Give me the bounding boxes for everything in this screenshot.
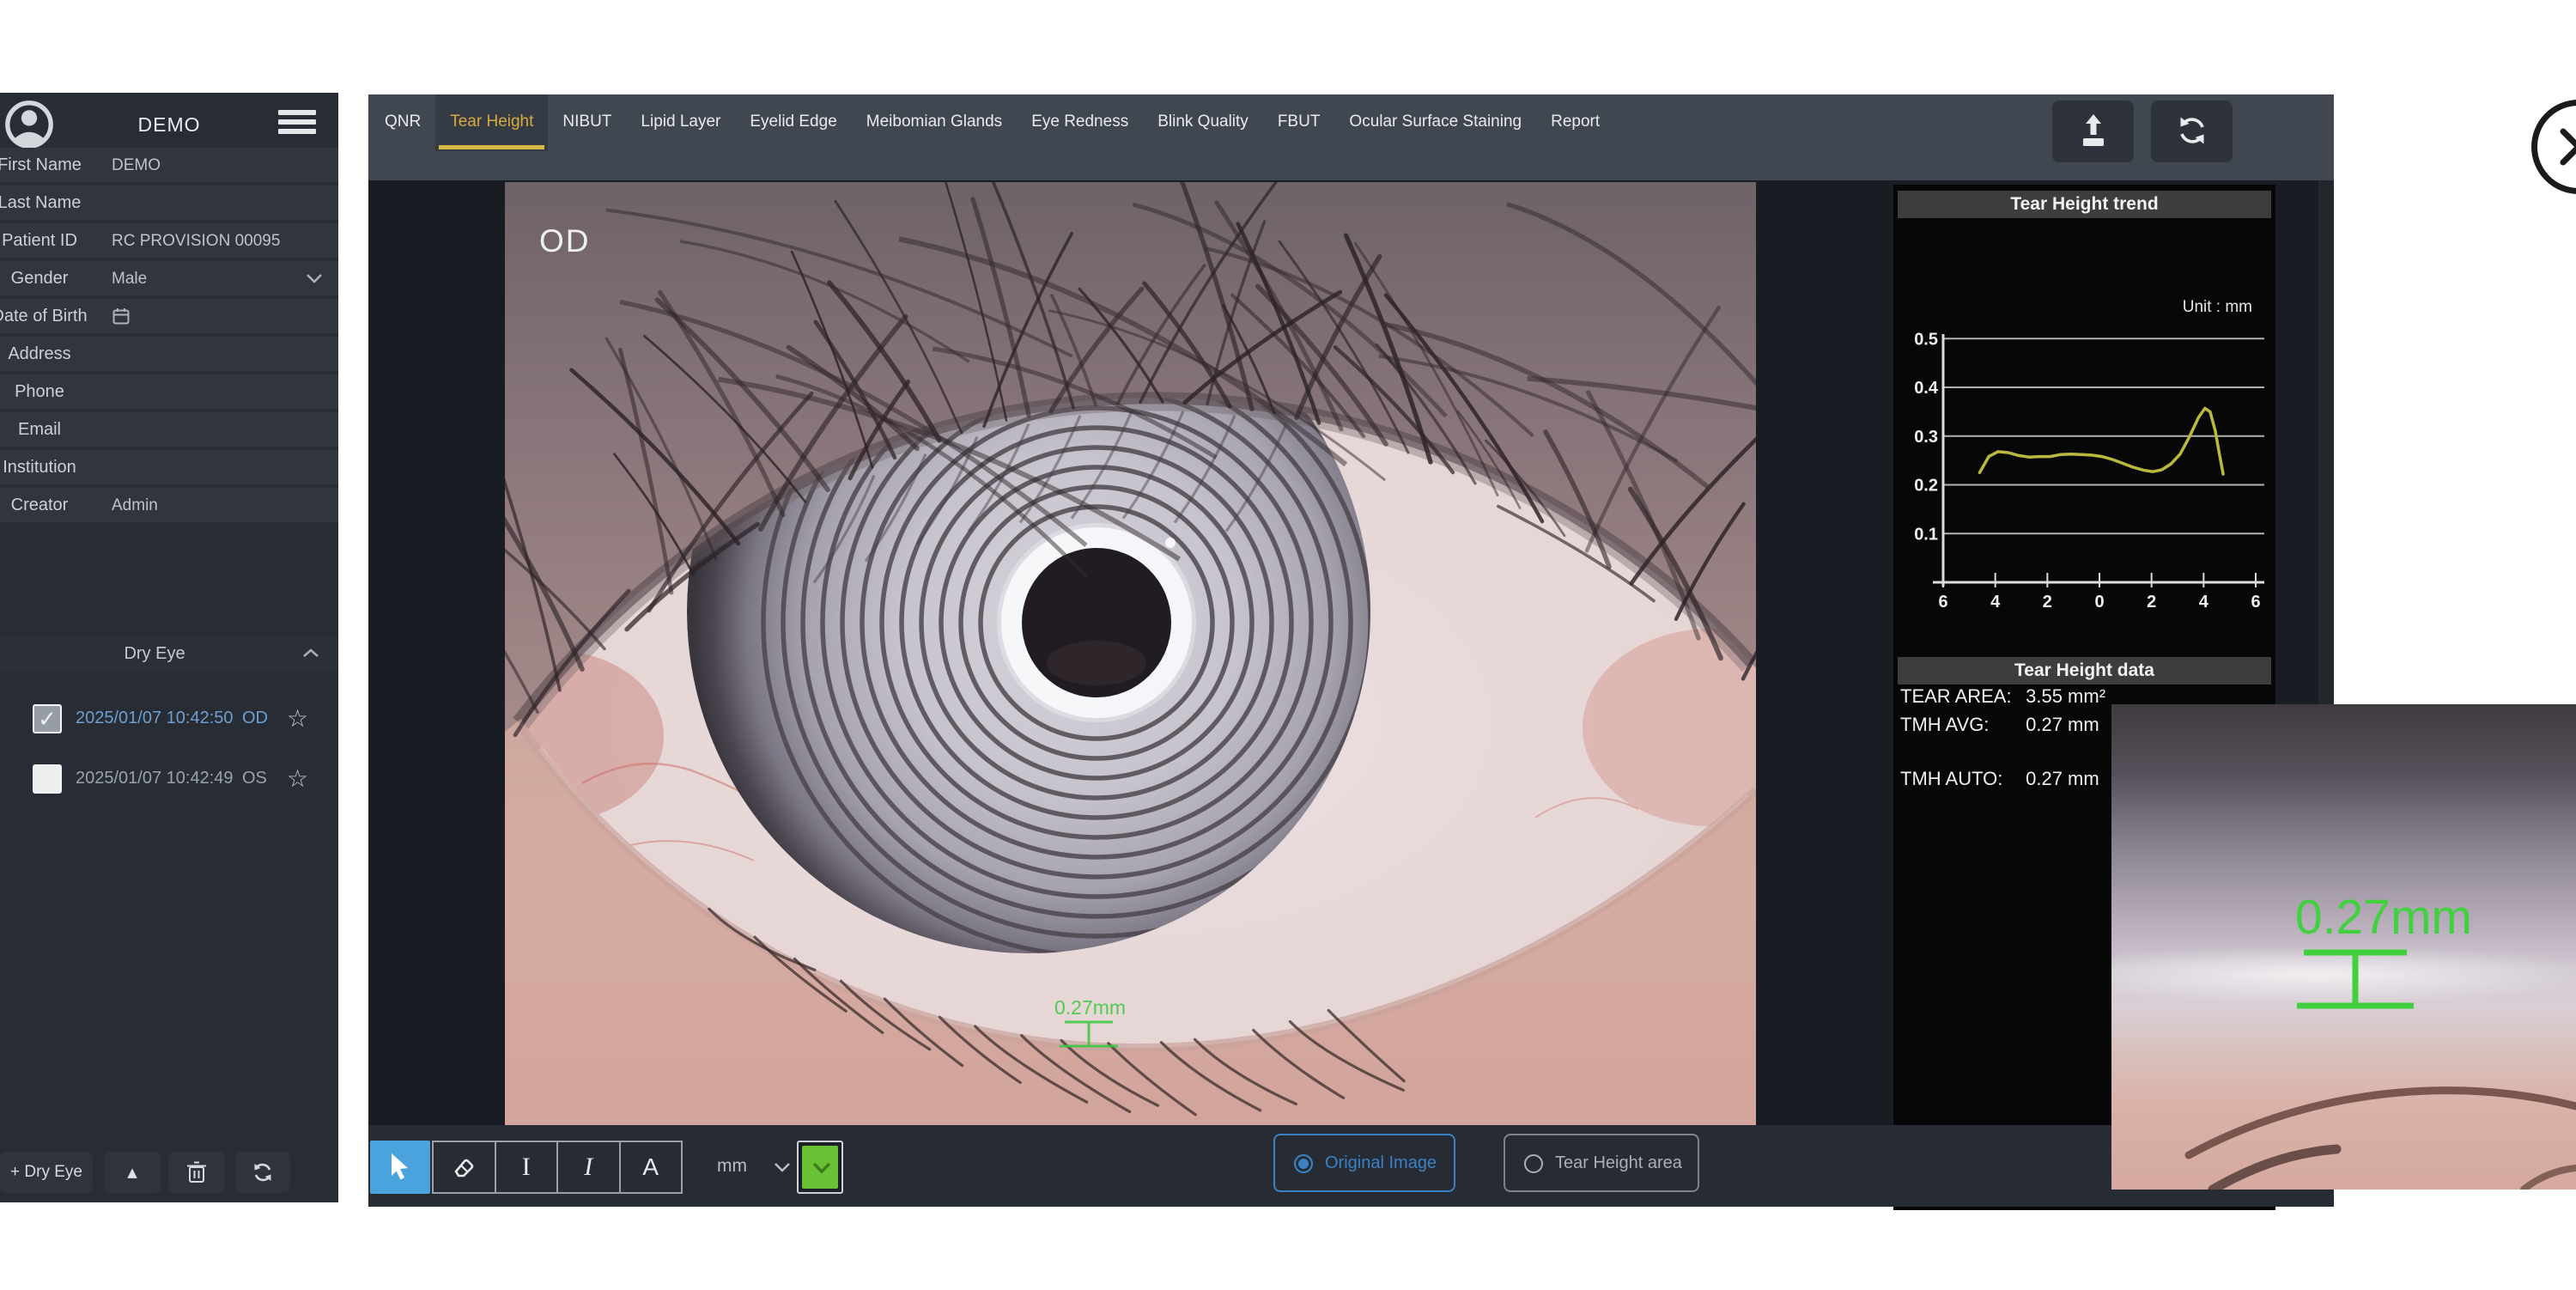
sync-icon bbox=[2175, 113, 2209, 149]
eye-side-label: OD bbox=[539, 223, 591, 259]
radio-icon bbox=[1294, 1154, 1313, 1173]
field-address[interactable]: Address bbox=[0, 337, 338, 371]
svg-text:0.1: 0.1 bbox=[1914, 525, 1938, 544]
svg-text:2: 2 bbox=[2147, 593, 2156, 612]
field-gender[interactable]: Gender Male bbox=[0, 261, 338, 295]
tab-bar: QNR Tear Height NIBUT Lipid Layer Eyelid… bbox=[368, 94, 2334, 180]
svg-text:0: 0 bbox=[2094, 593, 2104, 612]
menu-icon[interactable] bbox=[278, 110, 316, 139]
view-option-original-image[interactable]: Original Image bbox=[1273, 1134, 1455, 1192]
analysis-tabs: QNR Tear Height NIBUT Lipid Layer Eyelid… bbox=[370, 94, 1614, 151]
exam-checkbox[interactable]: ✓ bbox=[33, 704, 62, 733]
svg-text:Unit : mm: Unit : mm bbox=[2183, 298, 2252, 316]
view-option-tear-height-area[interactable]: Tear Height area bbox=[1504, 1134, 1699, 1192]
svg-text:4: 4 bbox=[1990, 593, 2001, 612]
magnified-measurement-inset: 0.27mm bbox=[2111, 704, 2576, 1190]
calendar-icon bbox=[112, 307, 130, 325]
ibeam-tool-button[interactable]: I bbox=[496, 1142, 559, 1192]
svg-text:2: 2 bbox=[2043, 593, 2052, 612]
radio-icon bbox=[1524, 1154, 1543, 1173]
chevron-up-icon bbox=[302, 648, 319, 659]
tab-report[interactable]: Report bbox=[1536, 94, 1614, 151]
field-last-name[interactable]: Last Name bbox=[0, 186, 338, 220]
svg-text:6: 6 bbox=[1938, 593, 1947, 612]
chevron-down-icon bbox=[811, 1161, 832, 1175]
eraser-icon bbox=[451, 1154, 477, 1180]
refresh-button[interactable] bbox=[235, 1152, 290, 1193]
patient-sidebar: DEMO First Name DEMO Last Name Patient I… bbox=[0, 93, 338, 1202]
field-email[interactable]: Email bbox=[0, 412, 338, 447]
ibeam-marker-icon bbox=[1054, 1019, 1123, 1049]
tab-tear-height[interactable]: Tear Height bbox=[435, 94, 548, 151]
tab-eye-redness[interactable]: Eye Redness bbox=[1017, 94, 1143, 151]
cursor-icon bbox=[389, 1153, 411, 1182]
tab-eyelid-edge[interactable]: Eyelid Edge bbox=[735, 94, 851, 151]
svg-text:4: 4 bbox=[2199, 593, 2209, 612]
chevron-down-icon bbox=[306, 272, 323, 284]
eye-image-viewer[interactable]: OD 0.27mm bbox=[505, 182, 1756, 1125]
tab-ocular-surface-staining[interactable]: Ocular Surface Staining bbox=[1334, 94, 1536, 151]
exam-group-title: Dry Eye bbox=[0, 644, 309, 664]
field-creator[interactable]: Creator Admin bbox=[0, 488, 338, 522]
collapse-button[interactable]: ▲ bbox=[104, 1152, 161, 1193]
eraser-tool-button[interactable] bbox=[434, 1142, 496, 1192]
confirm-button[interactable] bbox=[797, 1141, 843, 1194]
ibeam-marker-icon bbox=[2295, 946, 2415, 1013]
tab-qnr[interactable]: QNR bbox=[370, 94, 435, 151]
analysis-panel: QNR Tear Height NIBUT Lipid Layer Eyelid… bbox=[368, 94, 2334, 1207]
star-icon[interactable]: ☆ bbox=[287, 704, 308, 733]
svg-text:6: 6 bbox=[2251, 593, 2260, 612]
exam-group-header[interactable]: Dry Eye bbox=[0, 636, 338, 672]
exam-item-od[interactable]: ✓ 2025/01/07 10:42:50 OD ☆ bbox=[0, 699, 338, 740]
field-date-of-birth[interactable]: Date of Birth bbox=[0, 299, 338, 333]
upload-icon bbox=[2076, 113, 2111, 149]
reload-button[interactable] bbox=[2151, 100, 2233, 162]
trash-icon bbox=[186, 1161, 207, 1184]
tear-height-trend-chart: Unit : mm 0.1 0.2 0.3 0.4 0.5 6 4 2 0 2 4 6 bbox=[1893, 219, 2275, 666]
unit-dropdown[interactable]: mm bbox=[705, 1141, 798, 1194]
tab-lipid-layer[interactable]: Lipid Layer bbox=[626, 94, 735, 151]
svg-text:0.5: 0.5 bbox=[1914, 330, 1938, 349]
field-first-name[interactable]: First Name DEMO bbox=[0, 148, 338, 182]
field-patient-id[interactable]: Patient ID RC PROVISION 00095 bbox=[0, 223, 338, 258]
inset-measurement-annotation: 0.27mm bbox=[2295, 889, 2472, 1017]
tab-meibomian-glands[interactable]: Meibomian Glands bbox=[852, 94, 1017, 151]
svg-text:0.4: 0.4 bbox=[1914, 379, 1939, 398]
svg-text:0.3: 0.3 bbox=[1914, 428, 1938, 447]
patient-fields: First Name DEMO Last Name Patient ID RC … bbox=[0, 144, 338, 522]
annotation-tool-group: I I A bbox=[432, 1141, 683, 1194]
tab-fbut[interactable]: FBUT bbox=[1263, 94, 1335, 151]
confirm-green-indicator bbox=[802, 1146, 838, 1189]
close-button[interactable] bbox=[2531, 100, 2576, 194]
chevron-down-icon bbox=[774, 1161, 791, 1173]
add-dry-eye-button[interactable]: + Dry Eye bbox=[0, 1152, 93, 1193]
data-section-title: Tear Height data bbox=[1898, 657, 2271, 685]
export-button[interactable] bbox=[2052, 100, 2134, 162]
field-institution[interactable]: Institution bbox=[0, 450, 338, 484]
tab-nibut[interactable]: NIBUT bbox=[548, 94, 626, 151]
italic-text-tool-button[interactable]: I bbox=[558, 1142, 621, 1192]
text-tool-button[interactable]: A bbox=[621, 1142, 682, 1192]
tab-blink-quality[interactable]: Blink Quality bbox=[1143, 94, 1263, 151]
cursor-tool-button[interactable] bbox=[370, 1141, 430, 1194]
svg-text:0.2: 0.2 bbox=[1914, 477, 1938, 496]
exam-item-os[interactable]: 2025/01/07 10:42:49 OS ☆ bbox=[0, 759, 338, 800]
exam-checkbox[interactable] bbox=[33, 764, 62, 794]
tmh-measurement-annotation: 0.27mm bbox=[1054, 996, 1126, 1053]
field-phone[interactable]: Phone bbox=[0, 374, 338, 409]
trend-section-title: Tear Height trend bbox=[1898, 191, 2271, 218]
star-icon[interactable]: ☆ bbox=[287, 764, 308, 793]
close-icon bbox=[2556, 125, 2576, 169]
eye-photo bbox=[505, 182, 1756, 1125]
delete-button[interactable] bbox=[168, 1152, 225, 1193]
refresh-icon bbox=[252, 1161, 274, 1184]
